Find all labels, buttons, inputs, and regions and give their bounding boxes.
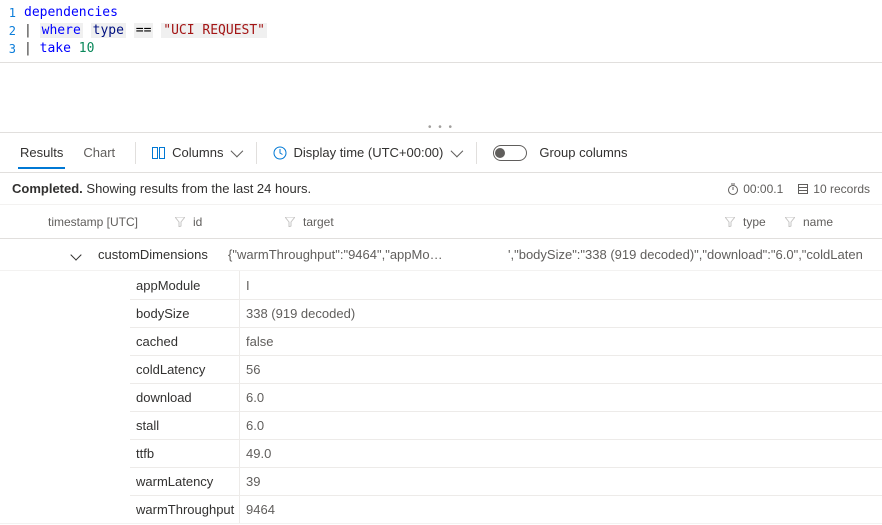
filter-icon[interactable] — [725, 217, 735, 227]
detail-value: 49.0 — [240, 440, 370, 467]
records-value: 10 records — [813, 182, 870, 196]
columns-icon — [152, 147, 166, 159]
detail-value: 9464 — [240, 496, 370, 523]
chevron-down-icon[interactable] — [70, 249, 81, 260]
table-row-expanded[interactable]: customDimensions {"warmThroughput":"9464… — [0, 239, 882, 271]
detail-row[interactable]: coldLatency56 — [130, 355, 882, 383]
toggle-switch[interactable] — [493, 145, 527, 161]
row-details-table: appModuleIbodySize338 (919 decoded)cache… — [0, 271, 882, 524]
detail-key: warmLatency — [130, 468, 240, 495]
header-label: id — [193, 215, 202, 229]
line-number: 2 — [0, 22, 24, 40]
display-time-button[interactable]: Display time (UTC+00:00) — [267, 141, 466, 164]
filter-icon[interactable] — [175, 217, 185, 227]
column-header-name[interactable]: name — [803, 215, 863, 229]
detail-key: download — [130, 384, 240, 411]
detail-row[interactable]: stall6.0 — [130, 411, 882, 439]
header-label: timestamp [UTC] — [48, 215, 138, 229]
detail-value: 338 (919 decoded) — [240, 300, 370, 327]
status-completed: Completed. — [12, 181, 83, 196]
clock-icon — [273, 146, 287, 160]
detail-row[interactable]: warmLatency39 — [130, 467, 882, 495]
detail-key: bodySize — [130, 300, 240, 327]
detail-row[interactable]: cachedfalse — [130, 327, 882, 355]
column-header-id[interactable]: id — [193, 215, 303, 229]
columns-label: Columns — [172, 145, 223, 160]
detail-row[interactable]: bodySize338 (919 decoded) — [130, 299, 882, 327]
header-label: name — [803, 215, 833, 229]
header-label: type — [743, 215, 766, 229]
detail-value: 6.0 — [240, 412, 370, 439]
code-line[interactable]: 1dependencies — [0, 4, 882, 22]
detail-key: appModule — [130, 271, 240, 299]
column-header-target[interactable]: target — [303, 215, 743, 229]
code-content[interactable]: dependencies — [24, 4, 118, 22]
drag-handle-icon[interactable]: • • • — [428, 122, 454, 133]
records-icon — [797, 183, 809, 195]
tab-chart[interactable]: Chart — [73, 137, 125, 168]
status-showing: Showing results from the last 24 hours. — [83, 181, 311, 196]
results-toolbar: Results Chart Columns Display time (UTC+… — [0, 133, 882, 173]
tab-results[interactable]: Results — [10, 137, 73, 168]
divider — [135, 142, 136, 164]
detail-key: stall — [130, 412, 240, 439]
detail-value: 39 — [240, 468, 370, 495]
detail-row[interactable]: warmThroughput9464 — [130, 495, 882, 523]
code-content[interactable]: | where type == "UCI REQUEST" — [24, 22, 267, 40]
detail-row[interactable]: ttfb49.0 — [130, 439, 882, 467]
row-summary-right: ',"bodySize":"338 (919 decoded)","downlo… — [508, 247, 863, 262]
record-count: 10 records — [797, 182, 870, 196]
detail-key: ttfb — [130, 440, 240, 467]
code-content[interactable]: | take 10 — [24, 40, 94, 58]
detail-row[interactable]: download6.0 — [130, 383, 882, 411]
detail-key: coldLatency — [130, 356, 240, 383]
line-number: 3 — [0, 40, 24, 58]
group-columns-label: Group columns — [539, 145, 627, 160]
elapsed-value: 00:00.1 — [743, 182, 783, 196]
code-line[interactable]: 3| take 10 — [0, 40, 882, 58]
detail-value: I — [240, 271, 370, 299]
code-line[interactable]: 2| where type == "UCI REQUEST" — [0, 22, 882, 40]
line-number: 1 — [0, 4, 24, 22]
group-columns-toggle[interactable]: Group columns — [487, 141, 633, 165]
display-time-label: Display time (UTC+00:00) — [293, 145, 443, 160]
columns-button[interactable]: Columns — [146, 141, 246, 164]
divider — [476, 142, 477, 164]
filter-icon[interactable] — [285, 217, 295, 227]
header-label: target — [303, 215, 334, 229]
stopwatch-icon — [727, 183, 739, 195]
row-key: customDimensions — [98, 247, 228, 262]
detail-value: 6.0 — [240, 384, 370, 411]
status-bar: Completed. Showing results from the last… — [0, 173, 882, 205]
pane-splitter[interactable]: • • • — [0, 63, 882, 133]
detail-key: warmThroughput — [130, 496, 240, 523]
filter-icon[interactable] — [785, 217, 795, 227]
detail-row[interactable]: appModuleI — [130, 271, 882, 299]
detail-value: 56 — [240, 356, 370, 383]
detail-key: cached — [130, 328, 240, 355]
column-header-timestamp[interactable]: timestamp [UTC] — [48, 215, 193, 229]
detail-value: false — [240, 328, 370, 355]
row-summary-left: {"warmThroughput":"9464","appModule":" — [228, 247, 448, 262]
divider — [256, 142, 257, 164]
elapsed-time: 00:00.1 — [727, 182, 783, 196]
column-header-type[interactable]: type — [743, 215, 803, 229]
query-editor[interactable]: 1dependencies2| where type == "UCI REQUE… — [0, 0, 882, 63]
table-column-headers: timestamp [UTC] id target type name — [0, 205, 882, 239]
